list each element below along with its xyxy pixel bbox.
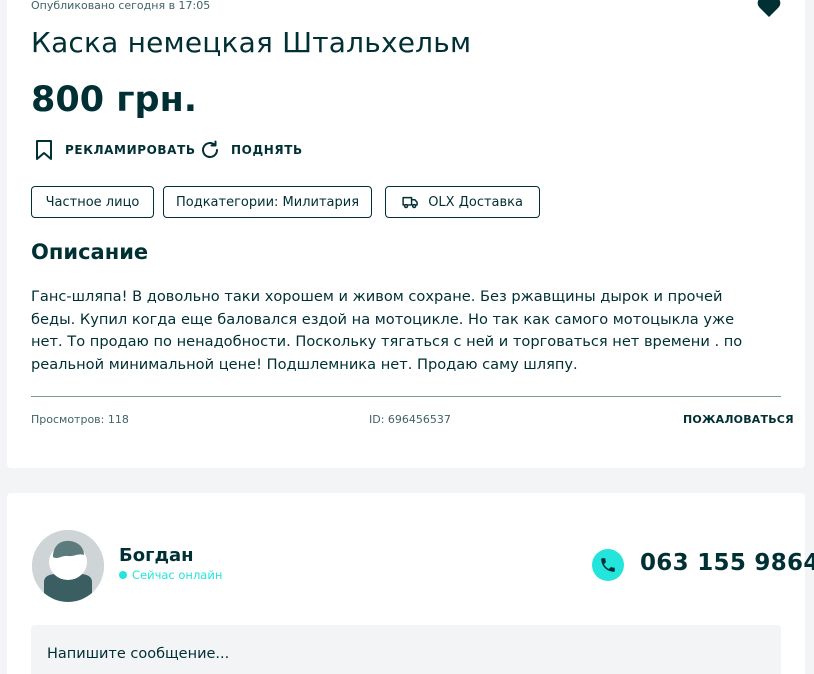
online-status: Сейчас онлайн: [119, 568, 222, 582]
refresh-icon: [202, 140, 218, 158]
message-input[interactable]: [31, 625, 781, 674]
online-dot: [119, 571, 127, 579]
phone-number[interactable]: 063 155 9864: [640, 550, 814, 576]
phone-glyph: [601, 558, 615, 572]
online-label: Сейчас онлайн: [132, 568, 223, 582]
promote-label: РЕКЛАМИРОВАТЬ: [65, 143, 196, 157]
description-heading: Описание: [31, 240, 149, 264]
bookmark-icon: [36, 140, 52, 160]
tag-olx-delivery[interactable]: OLX Доставка: [385, 186, 540, 218]
favorite-button[interactable]: [757, 0, 781, 18]
posted-date: Опубликовано сегодня в 17:05: [31, 0, 211, 12]
raise-label: ПОДНЯТЬ: [231, 143, 303, 157]
heart-icon: [757, 0, 781, 17]
phone-icon[interactable]: [592, 549, 624, 581]
tag-label: Частное лицо: [45, 194, 140, 210]
tag-label: Подкатегории: Милитария: [175, 194, 360, 210]
tag-label: OLX Доставка: [428, 194, 523, 210]
views-count: Просмотров: 118: [31, 413, 129, 426]
listing-price: 800 грн.: [31, 80, 198, 120]
seller-card: Богдан Сейчас онлайн 063 155 9864: [7, 493, 814, 674]
avatar: [32, 530, 104, 602]
listing-card: Опубликовано сегодня в 17:05 Каска немец…: [7, 0, 805, 468]
listing-title: Каска немецкая Штальхельм: [31, 26, 472, 59]
promote-button[interactable]: РЕКЛАМИРОВАТЬ: [33, 139, 196, 161]
seller-name[interactable]: Богдан: [119, 545, 194, 566]
tag-private-person[interactable]: Частное лицо: [31, 186, 154, 218]
avatar-placeholder: [32, 530, 104, 602]
ad-id: ID: 696456537: [369, 413, 451, 426]
raise-button[interactable]: ПОДНЯТЬ: [199, 139, 303, 161]
divider: [31, 396, 781, 397]
report-button[interactable]: ПОЖАЛОВАТЬСЯ: [683, 413, 794, 426]
description-text: Ганс-шляпа! В довольно таки хорошем и жи…: [31, 288, 743, 373]
truck-icon: [402, 196, 418, 209]
tag-subcategory[interactable]: Подкатегории: Милитария: [163, 186, 372, 218]
